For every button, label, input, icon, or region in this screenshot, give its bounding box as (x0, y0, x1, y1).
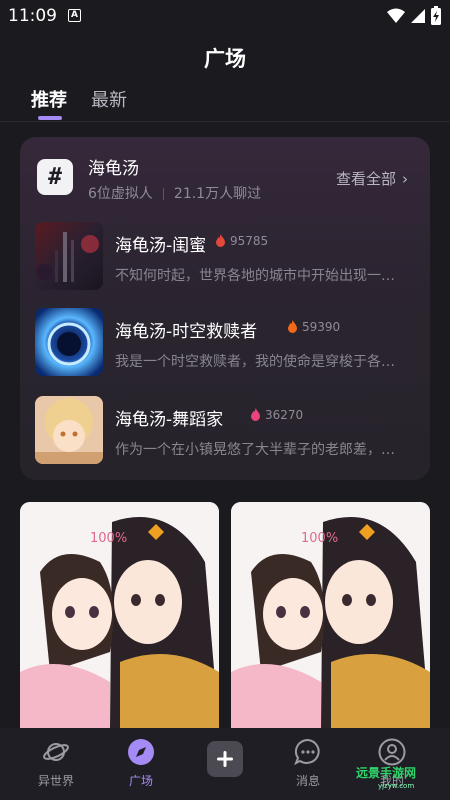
tab-latest[interactable]: 最新 (91, 86, 127, 112)
compass-icon (128, 739, 154, 765)
stats-divider (162, 188, 164, 200)
nav-label: 异世界 (37, 774, 74, 788)
tab-recommended[interactable]: 推荐 (31, 86, 67, 112)
nav-label: 消息 (295, 774, 320, 788)
nav-item-square[interactable]: 广场 (101, 728, 181, 800)
story-description: 作为一个在小镇晃悠了大半辈子的老郎差，… (115, 442, 395, 458)
hashtag-icon: # (37, 159, 73, 195)
svg-text:100%: 100% (90, 531, 127, 546)
notification-a-icon: A (68, 9, 81, 22)
watermark-subtext: yjzyw.com (378, 782, 415, 790)
story-description: 我是一个时空救赎者，我的使命是穿梭于各… (115, 354, 395, 370)
story-heat: 59390 (287, 320, 340, 334)
story-description: 不知何时起，世界各地的城市中开始出现一… (115, 268, 395, 284)
create-button[interactable] (207, 741, 243, 777)
flame-icon (216, 234, 225, 247)
story-item-time-redeemer[interactable]: 海龟汤-时空救赎者 59390 我是一个时空救赎者，我的使命是穿梭于各… (35, 308, 415, 380)
nav-item-messages[interactable]: 消息 (268, 728, 348, 800)
anime-illustration: 100% (231, 502, 430, 728)
plus-icon (217, 751, 233, 767)
chevron-right-icon: › (402, 170, 408, 188)
status-time: 11:09 (8, 6, 57, 26)
feed-image-card[interactable]: 100% (231, 502, 430, 728)
story-thumbnail (35, 396, 103, 464)
feed-image-card[interactable]: 100% (20, 502, 219, 728)
chat-bubble-icon (294, 738, 320, 766)
page-title: 广场 (204, 47, 246, 71)
story-title: 海龟汤-时空救赎者 (115, 322, 258, 342)
nav-item-other-world[interactable]: 异世界 (16, 728, 96, 800)
story-item-dancer[interactable]: 海龟汤-舞蹈家 36270 作为一个在小镇晃悠了大半辈子的老郎差，… (35, 396, 415, 468)
story-thumbnail (35, 222, 103, 290)
nav-label: 广场 (128, 774, 153, 788)
flame-icon (288, 320, 297, 333)
topic-name: 海龟汤 (88, 159, 139, 179)
topic-chats: 21.1万人聊过 (173, 186, 262, 202)
watermark-text: 远景手游网 (356, 766, 417, 780)
flame-icon (251, 408, 260, 421)
view-all-link[interactable]: 查看全部 › (336, 168, 408, 189)
story-thumbnail (35, 308, 103, 376)
svg-text:100%: 100% (301, 531, 338, 546)
story-item-boudoir[interactable]: 海龟汤-闺蜜 95785 不知何时起，世界各地的城市中开始出现一… (35, 222, 415, 294)
topic-stats: 6位虚拟人 21.1万人聊过 (88, 183, 261, 203)
anime-illustration: 100% (20, 502, 219, 728)
battery-charging-icon (431, 6, 441, 25)
active-tab-indicator (38, 116, 62, 120)
topic-members: 6位虚拟人 (88, 186, 153, 202)
story-title: 海龟汤-舞蹈家 (115, 410, 224, 430)
story-title: 海龟汤-闺蜜 (115, 236, 207, 256)
user-icon (378, 738, 406, 766)
status-bar: 11:09 A (0, 0, 450, 34)
story-heat: 36270 (250, 408, 303, 422)
tabs-divider (0, 121, 450, 122)
planet-icon (43, 743, 69, 761)
view-all-label: 查看全部 (335, 170, 396, 188)
topic-card[interactable]: # 海龟汤 6位虚拟人 21.1万人聊过 查看全部 › 海龟汤-闺蜜 95785 不… (20, 137, 430, 480)
story-heat: 95785 (215, 234, 268, 248)
wifi-icon (387, 8, 405, 23)
signal-icon (411, 9, 425, 23)
